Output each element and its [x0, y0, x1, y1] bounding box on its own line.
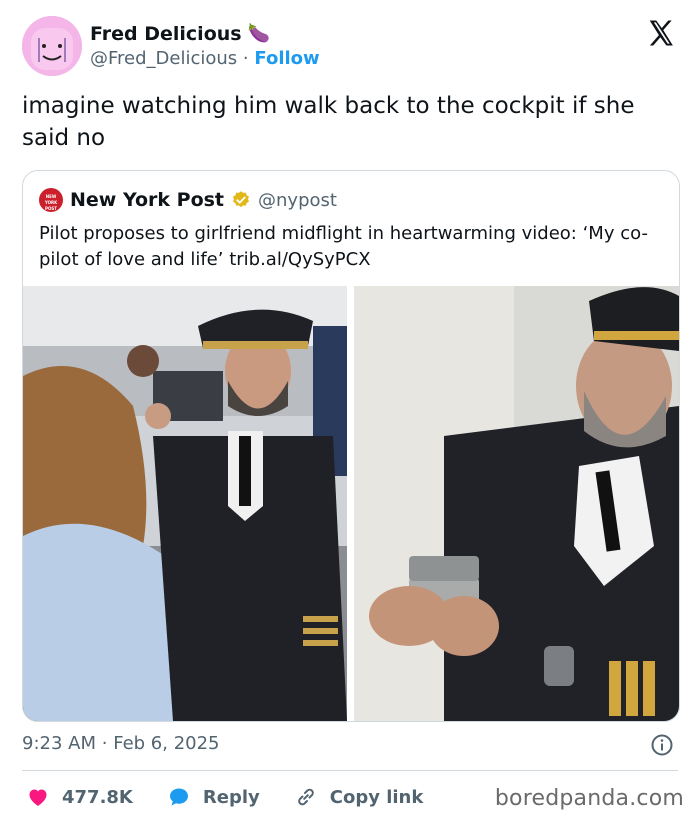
reply-label: Reply [202, 786, 260, 808]
actions-divider [22, 770, 678, 771]
author-handle[interactable]: @Fred_Delicious [90, 48, 237, 69]
author-handle-row: @Fred_Delicious · Follow [90, 47, 320, 71]
reply-button[interactable]: Reply [167, 785, 260, 809]
author-display-name-row[interactable]: Fred Delicious 🍆 [90, 23, 320, 45]
media-image-left[interactable] [23, 286, 347, 721]
like-button[interactable]: 477.8K [26, 785, 133, 809]
handle-separator: · [242, 48, 249, 69]
link-icon [297, 788, 314, 806]
boredpanda-watermark: boredpanda.com [494, 786, 684, 811]
follow-button[interactable]: Follow [254, 48, 319, 69]
photo-pilot-standing [23, 286, 347, 721]
verified-badge-icon [233, 191, 249, 208]
quoted-tweet-media[interactable] [23, 286, 679, 721]
media-image-right[interactable] [354, 286, 679, 721]
quoted-tweet-card[interactable]: NEW YORK POST New York Post @nypost Pilo… [22, 170, 680, 722]
tweet-timestamp[interactable]: 9:23 AM · Feb 6, 2025 [22, 732, 220, 756]
tweet-text: imagine watching him walk back to the co… [22, 93, 635, 151]
reply-bubble-icon [169, 788, 188, 806]
nyp-logo-text: NEW YORK POST [44, 194, 58, 211]
quoted-tweet-header: NEW YORK POST New York Post @nypost [39, 187, 337, 213]
copy-link-label: Copy link [329, 786, 424, 808]
like-count: 477.8K [62, 786, 133, 808]
avatar[interactable] [22, 16, 82, 76]
tweet-time: 9:23 AM [22, 733, 96, 754]
quoted-tweet-text: Pilot proposes to girlfriend midflight i… [39, 223, 648, 270]
tweet-date: Feb 6, 2025 [113, 733, 220, 754]
copy-link-button[interactable]: Copy link [294, 785, 424, 809]
tweet-header: Fred Delicious 🍆 @Fred_Delicious · Follo… [22, 16, 680, 76]
heart-icon [29, 789, 47, 806]
photo-pilot-ring-box [354, 286, 679, 721]
author-display-name[interactable]: Fred Delicious [90, 23, 242, 45]
info-icon[interactable] [650, 733, 674, 757]
quoted-author-name[interactable]: New York Post [70, 189, 224, 211]
quoted-author-handle: @nypost [258, 189, 337, 211]
timestamp-separator: · [101, 733, 108, 754]
eggplant-icon: 🍆 [247, 23, 271, 44]
avatar-face-icon [22, 16, 82, 76]
new-york-post-logo-icon[interactable]: NEW YORK POST [39, 188, 63, 212]
tweet-actions: 477.8K Reply Copy link [26, 784, 457, 810]
x-logo-icon[interactable] [646, 18, 676, 48]
